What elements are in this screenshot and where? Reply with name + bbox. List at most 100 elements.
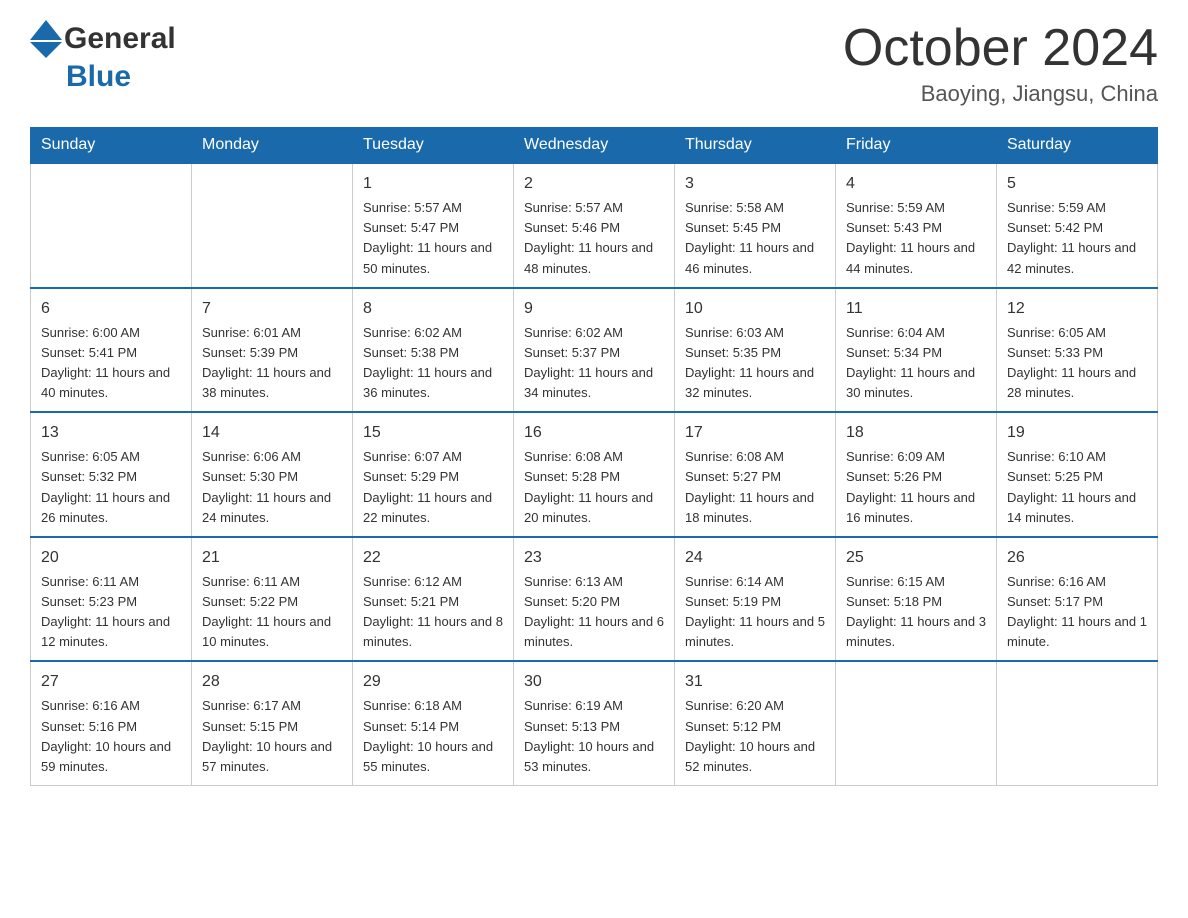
week-row-2: 6Sunrise: 6:00 AM Sunset: 5:41 PM Daylig… [31,288,1158,413]
calendar-cell: 24Sunrise: 6:14 AM Sunset: 5:19 PM Dayli… [675,537,836,662]
day-number: 7 [202,297,342,321]
calendar-cell: 25Sunrise: 6:15 AM Sunset: 5:18 PM Dayli… [836,537,997,662]
logo-text: General [30,20,176,58]
day-number: 28 [202,670,342,694]
day-number: 3 [685,172,825,196]
day-info: Sunrise: 5:59 AM Sunset: 5:43 PM Dayligh… [846,198,986,279]
day-info: Sunrise: 6:16 AM Sunset: 5:17 PM Dayligh… [1007,572,1147,653]
calendar-cell: 28Sunrise: 6:17 AM Sunset: 5:15 PM Dayli… [192,661,353,785]
calendar-cell: 3Sunrise: 5:58 AM Sunset: 5:45 PM Daylig… [675,163,836,288]
calendar-cell [997,661,1158,785]
weekday-header-tuesday: Tuesday [353,128,514,164]
calendar-cell: 21Sunrise: 6:11 AM Sunset: 5:22 PM Dayli… [192,537,353,662]
calendar-cell: 19Sunrise: 6:10 AM Sunset: 5:25 PM Dayli… [997,412,1158,537]
day-number: 15 [363,421,503,445]
day-number: 24 [685,546,825,570]
calendar-cell: 26Sunrise: 6:16 AM Sunset: 5:17 PM Dayli… [997,537,1158,662]
month-title: October 2024 [843,20,1158,77]
calendar-cell: 9Sunrise: 6:02 AM Sunset: 5:37 PM Daylig… [514,288,675,413]
calendar-cell: 23Sunrise: 6:13 AM Sunset: 5:20 PM Dayli… [514,537,675,662]
day-info: Sunrise: 6:11 AM Sunset: 5:22 PM Dayligh… [202,572,342,653]
day-number: 17 [685,421,825,445]
calendar-cell: 10Sunrise: 6:03 AM Sunset: 5:35 PM Dayli… [675,288,836,413]
day-info: Sunrise: 6:14 AM Sunset: 5:19 PM Dayligh… [685,572,825,653]
day-info: Sunrise: 5:57 AM Sunset: 5:46 PM Dayligh… [524,198,664,279]
day-number: 18 [846,421,986,445]
weekday-header-friday: Friday [836,128,997,164]
day-info: Sunrise: 6:02 AM Sunset: 5:37 PM Dayligh… [524,323,664,404]
day-info: Sunrise: 6:13 AM Sunset: 5:20 PM Dayligh… [524,572,664,653]
day-info: Sunrise: 6:05 AM Sunset: 5:33 PM Dayligh… [1007,323,1147,404]
calendar-cell [836,661,997,785]
day-info: Sunrise: 6:17 AM Sunset: 5:15 PM Dayligh… [202,696,342,777]
day-info: Sunrise: 5:59 AM Sunset: 5:42 PM Dayligh… [1007,198,1147,279]
day-info: Sunrise: 6:03 AM Sunset: 5:35 PM Dayligh… [685,323,825,404]
calendar-cell: 29Sunrise: 6:18 AM Sunset: 5:14 PM Dayli… [353,661,514,785]
day-info: Sunrise: 6:19 AM Sunset: 5:13 PM Dayligh… [524,696,664,777]
calendar-cell: 14Sunrise: 6:06 AM Sunset: 5:30 PM Dayli… [192,412,353,537]
weekday-header-row: SundayMondayTuesdayWednesdayThursdayFrid… [31,128,1158,164]
calendar-cell: 4Sunrise: 5:59 AM Sunset: 5:43 PM Daylig… [836,163,997,288]
day-info: Sunrise: 6:12 AM Sunset: 5:21 PM Dayligh… [363,572,503,653]
day-number: 8 [363,297,503,321]
logo-general-text: General [64,22,176,56]
weekday-header-wednesday: Wednesday [514,128,675,164]
day-number: 19 [1007,421,1147,445]
day-info: Sunrise: 6:05 AM Sunset: 5:32 PM Dayligh… [41,447,181,528]
location-title: Baoying, Jiangsu, China [843,81,1158,107]
calendar-cell [31,163,192,288]
weekday-header-thursday: Thursday [675,128,836,164]
calendar-cell: 16Sunrise: 6:08 AM Sunset: 5:28 PM Dayli… [514,412,675,537]
day-info: Sunrise: 6:08 AM Sunset: 5:27 PM Dayligh… [685,447,825,528]
day-info: Sunrise: 6:08 AM Sunset: 5:28 PM Dayligh… [524,447,664,528]
day-number: 31 [685,670,825,694]
week-row-4: 20Sunrise: 6:11 AM Sunset: 5:23 PM Dayli… [31,537,1158,662]
calendar-cell: 2Sunrise: 5:57 AM Sunset: 5:46 PM Daylig… [514,163,675,288]
day-number: 6 [41,297,181,321]
calendar-cell: 31Sunrise: 6:20 AM Sunset: 5:12 PM Dayli… [675,661,836,785]
day-number: 30 [524,670,664,694]
day-number: 23 [524,546,664,570]
weekday-header-sunday: Sunday [31,128,192,164]
day-number: 16 [524,421,664,445]
day-info: Sunrise: 6:16 AM Sunset: 5:16 PM Dayligh… [41,696,181,777]
logo: General Blue [30,20,176,94]
day-info: Sunrise: 6:10 AM Sunset: 5:25 PM Dayligh… [1007,447,1147,528]
calendar-cell: 30Sunrise: 6:19 AM Sunset: 5:13 PM Dayli… [514,661,675,785]
day-number: 9 [524,297,664,321]
day-number: 11 [846,297,986,321]
day-number: 12 [1007,297,1147,321]
calendar-cell: 5Sunrise: 5:59 AM Sunset: 5:42 PM Daylig… [997,163,1158,288]
calendar-cell: 17Sunrise: 6:08 AM Sunset: 5:27 PM Dayli… [675,412,836,537]
calendar-cell: 7Sunrise: 6:01 AM Sunset: 5:39 PM Daylig… [192,288,353,413]
day-info: Sunrise: 5:58 AM Sunset: 5:45 PM Dayligh… [685,198,825,279]
day-info: Sunrise: 6:11 AM Sunset: 5:23 PM Dayligh… [41,572,181,653]
day-number: 25 [846,546,986,570]
logo-blue-text: Blue [66,60,131,93]
day-number: 27 [41,670,181,694]
day-number: 14 [202,421,342,445]
day-number: 1 [363,172,503,196]
day-number: 2 [524,172,664,196]
day-info: Sunrise: 6:00 AM Sunset: 5:41 PM Dayligh… [41,323,181,404]
day-number: 22 [363,546,503,570]
day-info: Sunrise: 6:20 AM Sunset: 5:12 PM Dayligh… [685,696,825,777]
day-number: 10 [685,297,825,321]
calendar-cell: 20Sunrise: 6:11 AM Sunset: 5:23 PM Dayli… [31,537,192,662]
weekday-header-saturday: Saturday [997,128,1158,164]
calendar-cell: 22Sunrise: 6:12 AM Sunset: 5:21 PM Dayli… [353,537,514,662]
calendar-cell: 12Sunrise: 6:05 AM Sunset: 5:33 PM Dayli… [997,288,1158,413]
calendar-table: SundayMondayTuesdayWednesdayThursdayFrid… [30,127,1158,786]
calendar-cell [192,163,353,288]
calendar-cell: 1Sunrise: 5:57 AM Sunset: 5:47 PM Daylig… [353,163,514,288]
day-info: Sunrise: 6:07 AM Sunset: 5:29 PM Dayligh… [363,447,503,528]
week-row-5: 27Sunrise: 6:16 AM Sunset: 5:16 PM Dayli… [31,661,1158,785]
day-number: 13 [41,421,181,445]
day-info: Sunrise: 6:15 AM Sunset: 5:18 PM Dayligh… [846,572,986,653]
logo-icon [30,20,62,58]
calendar-cell: 6Sunrise: 6:00 AM Sunset: 5:41 PM Daylig… [31,288,192,413]
week-row-3: 13Sunrise: 6:05 AM Sunset: 5:32 PM Dayli… [31,412,1158,537]
calendar-cell: 15Sunrise: 6:07 AM Sunset: 5:29 PM Dayli… [353,412,514,537]
week-row-1: 1Sunrise: 5:57 AM Sunset: 5:47 PM Daylig… [31,163,1158,288]
calendar-cell: 8Sunrise: 6:02 AM Sunset: 5:38 PM Daylig… [353,288,514,413]
